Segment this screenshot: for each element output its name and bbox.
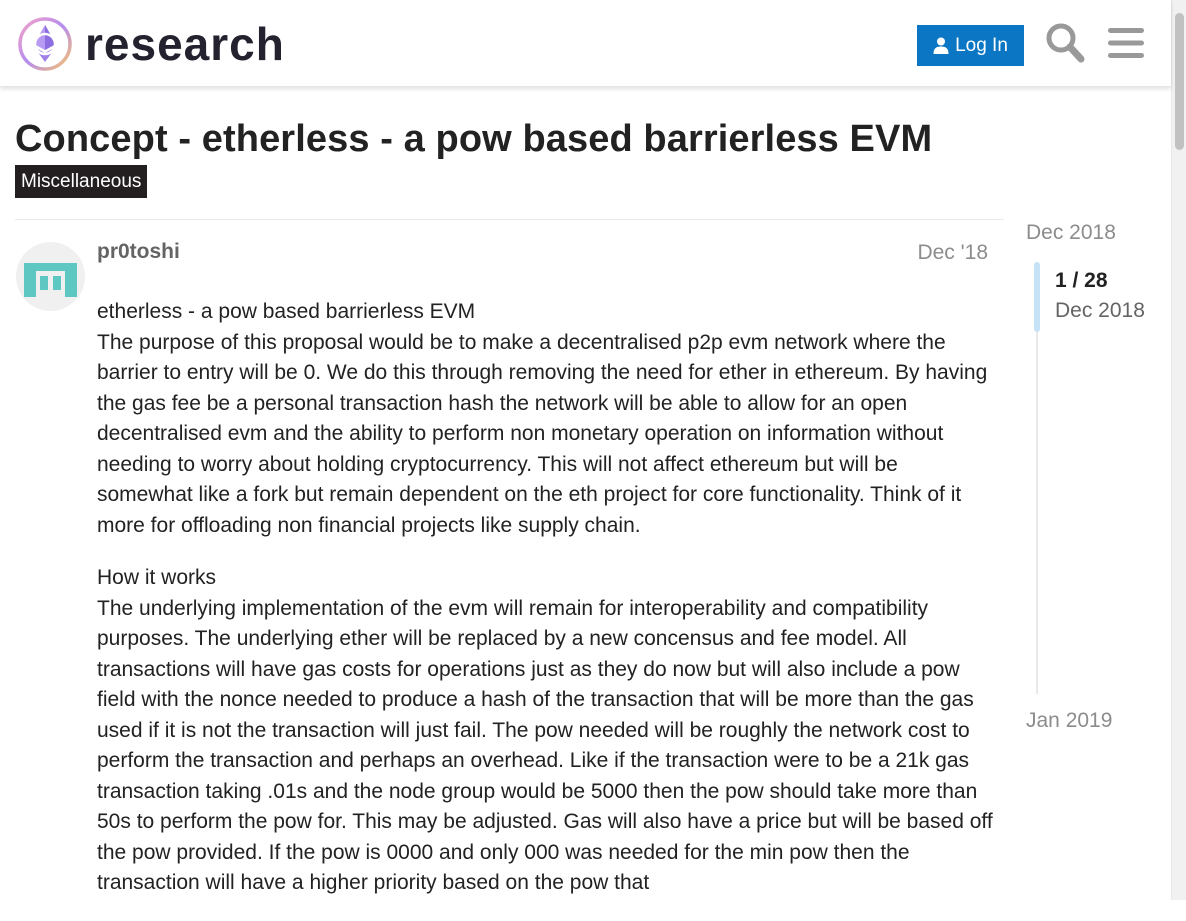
page-scrollbar[interactable] xyxy=(1171,0,1186,900)
timeline-start-date[interactable]: Dec 2018 xyxy=(1026,221,1116,245)
category-badge[interactable]: Miscellaneous xyxy=(15,165,148,198)
search-icon[interactable] xyxy=(1045,22,1085,64)
login-label: Log In xyxy=(955,34,1008,56)
scrollbar-thumb[interactable] xyxy=(1175,13,1184,150)
post-username[interactable]: pr0toshi xyxy=(97,240,180,264)
timeline-end-date[interactable]: Jan 2019 xyxy=(1026,709,1112,733)
logo-icon xyxy=(18,17,72,71)
title-divider xyxy=(15,219,1004,220)
post-heading: How it works xyxy=(97,566,217,589)
user-icon xyxy=(933,37,949,54)
post-paragraph: How it works The underlying implementati… xyxy=(97,563,997,899)
topic-title[interactable]: Concept - etherless - a pow based barrie… xyxy=(15,118,932,161)
hamburger-menu-icon[interactable] xyxy=(1106,22,1146,64)
post-date[interactable]: Dec '18 xyxy=(917,241,988,265)
post-paragraph: etherless - a pow based barrierless EVM … xyxy=(97,297,997,541)
timeline-handle[interactable] xyxy=(1034,262,1040,332)
login-button[interactable]: Log In xyxy=(917,25,1024,66)
site-logo[interactable]: research xyxy=(17,15,285,73)
site-header: research Log In xyxy=(0,0,1171,87)
timeline-current-date: Dec 2018 xyxy=(1055,299,1145,322)
timeline-position: 1 / 28 xyxy=(1055,269,1108,292)
post-heading: etherless - a pow based barrierless EVM xyxy=(97,300,476,323)
post-text: The purpose of this proposal would be to… xyxy=(97,330,988,537)
user-avatar[interactable] xyxy=(16,242,85,311)
site-name: research xyxy=(85,18,285,70)
post-text: The underlying implementation of the evm… xyxy=(97,596,993,895)
post-body: etherless - a pow based barrierless EVM … xyxy=(97,297,997,921)
